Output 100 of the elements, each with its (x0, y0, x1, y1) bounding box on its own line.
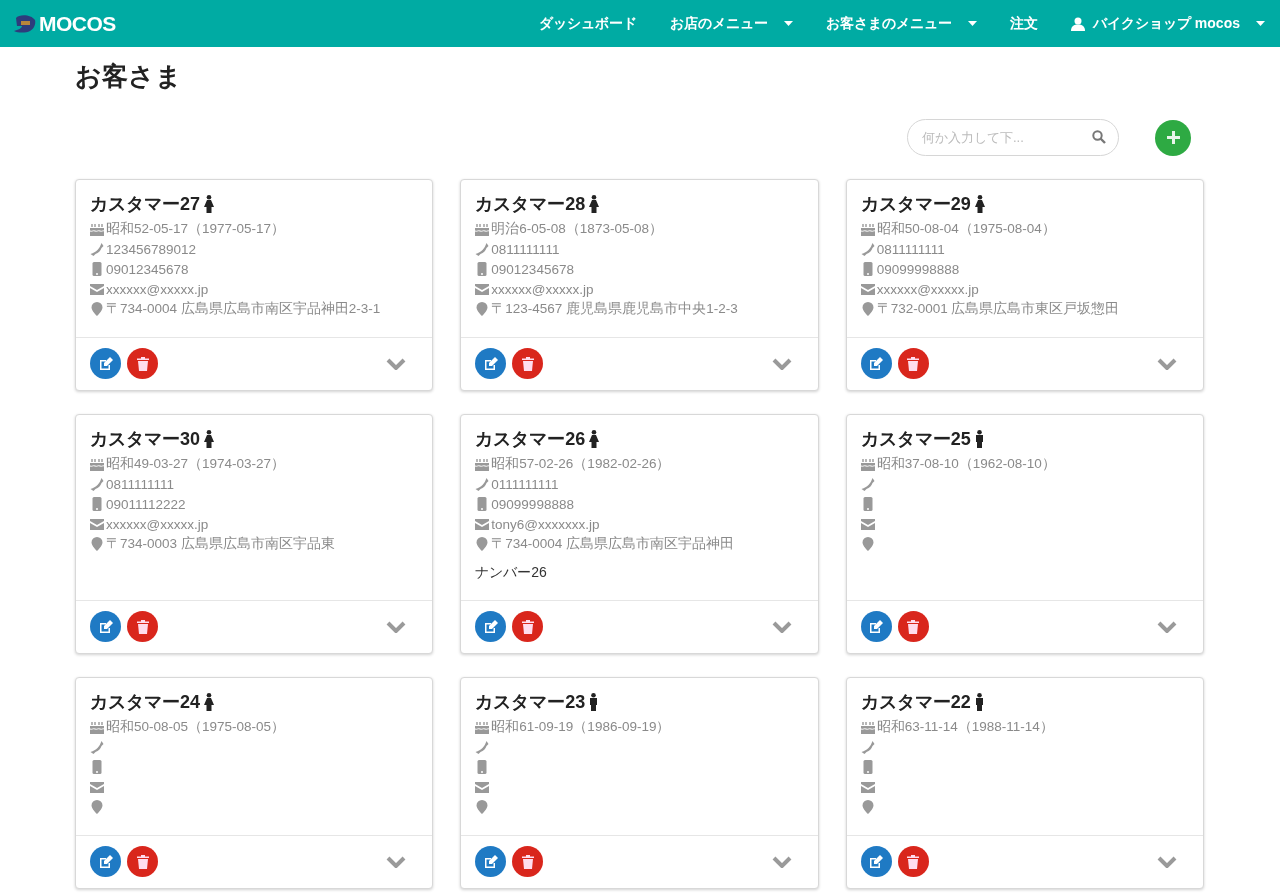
cake-icon (860, 222, 875, 236)
mobile-number: 09012345678 (106, 261, 189, 277)
customer-name: カスタマー26 (475, 428, 586, 451)
phone-icon (860, 740, 875, 754)
edit-icon (869, 854, 884, 869)
map-pin-icon (475, 800, 490, 814)
mobile-phone-icon (860, 262, 875, 276)
edit-button[interactable] (475, 846, 507, 877)
address: 〒734-0003 広島県広島市南区宇品東 (106, 535, 335, 553)
map-pin-icon (475, 302, 490, 316)
envelope-icon (475, 518, 490, 530)
phone-icon (475, 740, 490, 754)
map-pin-icon (475, 537, 490, 551)
phone-icon (90, 242, 104, 256)
phone-icon (860, 242, 875, 256)
trash-icon (136, 619, 149, 634)
add-button[interactable] (1155, 119, 1191, 156)
helmet-logo-icon (14, 13, 36, 34)
chevron-down-icon (1157, 620, 1177, 633)
edit-button[interactable] (860, 846, 892, 877)
customer-name: カスタマー23 (475, 691, 586, 714)
envelope-icon (860, 518, 875, 530)
customer-name: カスタマー22 (860, 691, 971, 714)
trash-icon (907, 356, 920, 371)
phone-icon (90, 740, 104, 754)
birthday: 昭和57-02-26（1982-02-26） (491, 455, 671, 473)
email-address: tony6@xxxxxxx.jp (491, 516, 600, 532)
search-field[interactable]: 何か入力して下... (907, 119, 1119, 156)
edit-icon (869, 356, 884, 371)
brand-name[interactable]: MOCOS (39, 11, 116, 36)
dropdown-menu-link[interactable]: お客さまのメニュー (826, 14, 977, 33)
mobile-phone-icon (860, 760, 875, 774)
phone-icon (860, 477, 875, 491)
birthday: 昭和63-11-14（1988-11-14） (876, 718, 1054, 736)
chevron-down-icon (386, 357, 407, 370)
cake-icon (90, 720, 104, 734)
chevron-down-icon (386, 620, 407, 633)
cake-icon (475, 720, 490, 734)
cake-icon (860, 457, 875, 471)
customer-name: カスタマー29 (860, 193, 971, 216)
edit-icon (98, 854, 113, 869)
envelope-icon (475, 781, 490, 793)
customer-note: ナンバー26 (475, 564, 548, 582)
dropdown-menu-link[interactable]: お店のメニュー (670, 14, 793, 33)
phone-number: 0811111111 (491, 241, 560, 257)
phone-number: 0811111111 (106, 476, 175, 492)
address: 〒734-0004 広島県広島市南区宇品神田 (491, 535, 735, 553)
caret-icon (968, 20, 977, 27)
envelope-icon (90, 781, 104, 793)
phone-icon (475, 477, 490, 491)
address: 〒732-0001 広島県広島市東区戸坂惣田 (876, 300, 1120, 318)
delete-button[interactable] (512, 611, 544, 642)
email-address: xxxxxx@xxxxx.jp (106, 281, 209, 297)
customer-name: カスタマー25 (860, 428, 971, 451)
plus-icon (1166, 131, 1180, 144)
nav-link[interactable]: 注文 (1010, 14, 1038, 33)
map-pin-icon (90, 537, 104, 551)
mobile-phone-icon (90, 262, 104, 276)
trash-icon (521, 619, 534, 634)
edit-button[interactable] (475, 348, 507, 379)
envelope-icon (90, 518, 104, 530)
customer-name: カスタマー24 (90, 691, 201, 714)
delete-button[interactable] (512, 846, 544, 877)
mobile-phone-icon (475, 497, 490, 511)
edit-button[interactable] (90, 348, 121, 379)
birthday: 昭和50-08-04（1975-08-04） (876, 220, 1056, 238)
edit-button[interactable] (860, 611, 892, 642)
trash-icon (136, 854, 149, 869)
chevron-down-icon (771, 855, 792, 868)
chevron-down-icon (1157, 357, 1177, 370)
edit-button[interactable] (90, 846, 121, 877)
edit-button[interactable] (90, 611, 121, 642)
dropdown-menu-link[interactable]: バイクショップ mocos (1071, 14, 1265, 33)
mobile-phone-icon (860, 497, 875, 511)
map-pin-icon (860, 302, 875, 316)
delete-button[interactable] (897, 348, 929, 379)
edit-icon (483, 619, 498, 634)
envelope-icon (475, 283, 490, 295)
address: 〒734-0004 広島県広島市南区宇品神田2-3-1 (106, 300, 381, 318)
delete-button[interactable] (897, 611, 929, 642)
envelope-icon (860, 781, 875, 793)
delete-button[interactable] (897, 846, 929, 877)
map-pin-icon (90, 800, 104, 814)
map-pin-icon (90, 302, 104, 316)
mobile-phone-icon (90, 760, 104, 774)
customer-name: カスタマー27 (90, 193, 201, 216)
chevron-down-icon (386, 855, 407, 868)
edit-button[interactable] (860, 348, 892, 379)
cake-icon (475, 457, 490, 471)
delete-button[interactable] (127, 611, 158, 642)
delete-button[interactable] (127, 846, 158, 877)
nav-link[interactable]: ダッシュボード (539, 14, 637, 33)
delete-button[interactable] (512, 348, 544, 379)
phone-number: 0111111111 (491, 476, 559, 492)
email-address: xxxxxx@xxxxx.jp (491, 281, 594, 297)
customer-name: カスタマー28 (475, 193, 586, 216)
delete-button[interactable] (127, 348, 158, 379)
edit-button[interactable] (475, 611, 507, 642)
edit-icon (98, 619, 113, 634)
trash-icon (521, 356, 534, 371)
